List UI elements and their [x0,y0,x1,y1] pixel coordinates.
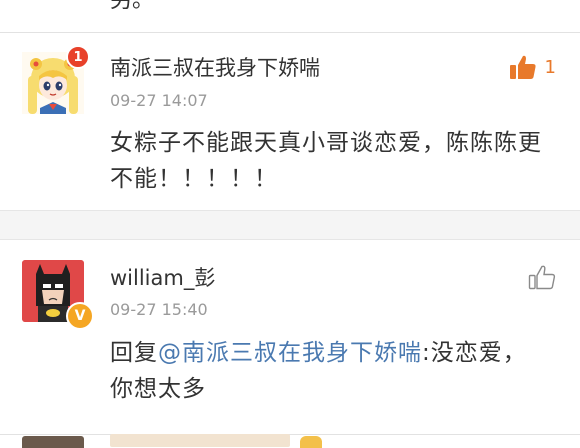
like-count: 1 [544,56,556,78]
verified-badge: V [66,302,94,330]
reply-prefix: 回复 [110,340,158,366]
comment-text: 回复@南派三叔在我身下娇喘:没恋爱，你想太多 [110,335,550,407]
comment-username[interactable]: william_彭 [110,262,215,292]
thumbs-up-filled-icon [509,55,536,79]
user-avatar[interactable]: V [22,260,94,330]
comment-username[interactable]: 南派三叔在我身下娇喘 [110,52,320,82]
thumbs-up-outline-icon [528,265,556,290]
user-avatar[interactable]: 1 [22,45,90,114]
crown-icon [300,436,322,448]
section-gap [0,210,580,240]
like-button[interactable]: 1 [509,54,556,80]
comment-timestamp: 09-27 14:07 [110,91,208,110]
user-avatar[interactable] [22,436,84,448]
mention-link[interactable]: @南派三叔在我身下娇喘 [158,340,422,366]
comment-item: V william_彭 09-27 15:40 回复@南派三叔在我身下娇喘:没恋… [0,240,580,434]
next-comment-partial [0,434,580,448]
notification-badge: 1 [66,45,90,69]
comment-username[interactable] [110,434,290,447]
comment-timestamp: 09-27 15:40 [110,300,208,319]
like-button[interactable] [528,264,556,290]
comment-item: 1 南派三叔在我身下娇喘 09-27 14:07 女粽子不能跟天真小哥谈恋爱，陈… [0,32,580,210]
previous-comment-text-fragment: 另。 [110,0,155,13]
comment-text: 女粽子不能跟天真小哥谈恋爱，陈陈陈更不能！！！！！ [110,130,542,192]
